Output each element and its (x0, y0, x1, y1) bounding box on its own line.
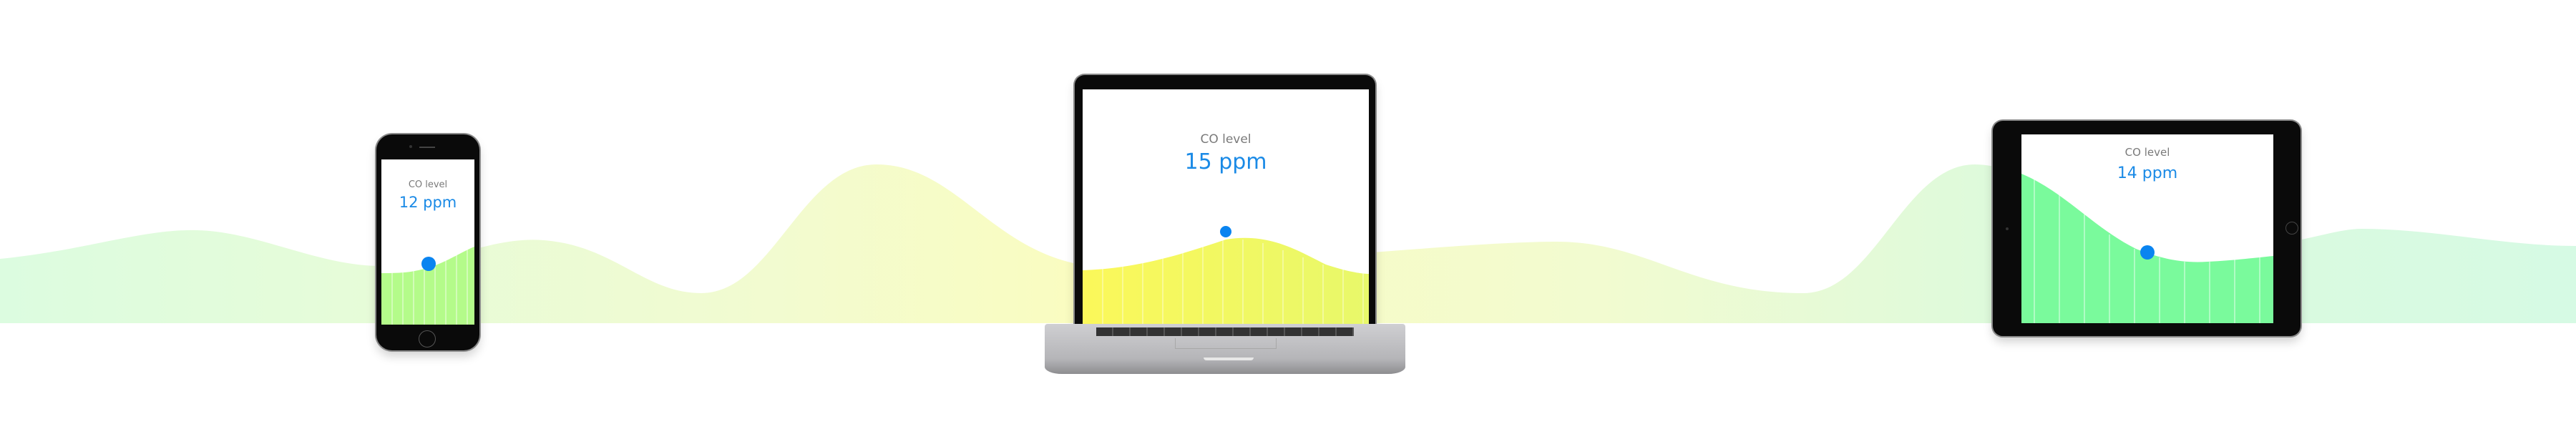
laptop-screen: CO level 15 ppm (1083, 89, 1369, 324)
current-value-marker (421, 257, 436, 271)
current-value-marker (2140, 245, 2155, 260)
laptop-trackpad (1175, 338, 1277, 349)
laptop-notch (1204, 358, 1254, 360)
phone-speaker (419, 147, 435, 148)
tablet-chart (2021, 174, 2273, 323)
phone-camera (409, 145, 412, 148)
phone-device: CO level 12 ppm (376, 134, 479, 350)
phone-home-button (419, 330, 436, 347)
laptop-device: CO level 15 ppm (1045, 75, 1405, 375)
laptop-keyboard (1096, 327, 1354, 336)
current-value-marker (1220, 226, 1231, 237)
tablet-camera (2006, 227, 2009, 230)
phone-chart (381, 247, 474, 325)
tablet-home-button (2285, 222, 2298, 235)
tablet-screen: CO level 14 ppm (2021, 134, 2273, 323)
laptop-chart (1083, 226, 1369, 324)
tablet-device: CO level 14 ppm (1993, 121, 2301, 336)
phone-screen: CO level 12 ppm (381, 159, 474, 325)
